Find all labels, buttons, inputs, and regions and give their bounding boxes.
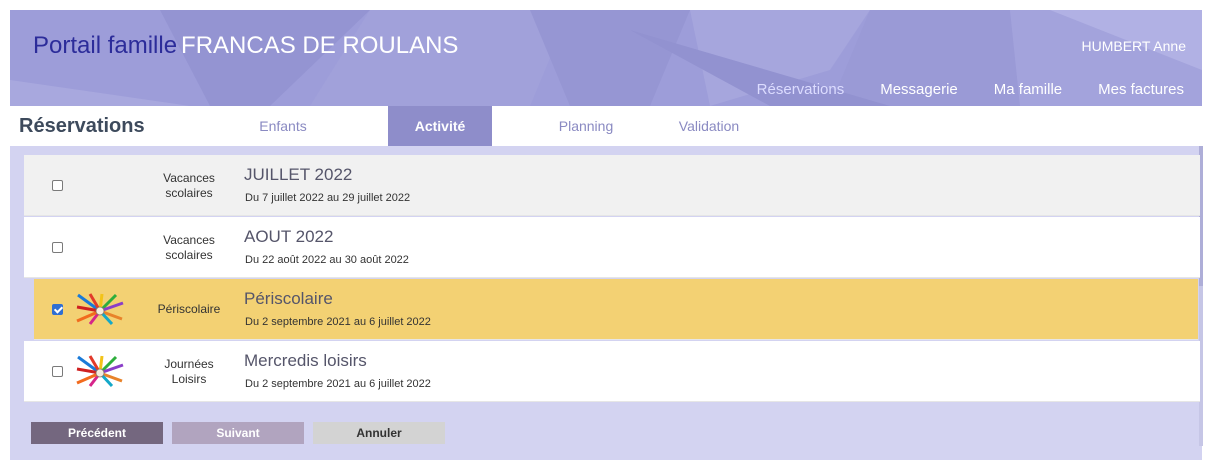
nav-ma-famille[interactable]: Ma famille xyxy=(976,78,1080,106)
next-button[interactable]: Suivant xyxy=(172,422,304,444)
portal-title: Portail famille FRANCAS DE ROULANS xyxy=(33,32,458,60)
tab-validation[interactable]: Validation xyxy=(657,106,761,146)
activity-dates: Du 22 août 2022 au 30 août 2022 xyxy=(245,254,409,266)
activity-type: Vacances scolaires xyxy=(163,233,215,262)
activity-title: Périscolaire xyxy=(244,289,333,308)
organization-name: FRANCAS DE ROULANS xyxy=(181,32,459,59)
nav-reservations[interactable]: Réservations xyxy=(739,78,863,106)
activity-type: Périscolaire xyxy=(157,302,221,316)
portal-label: Portail famille xyxy=(33,32,178,59)
activity-type: Vacances scolaires xyxy=(163,171,215,200)
cancel-button[interactable]: Annuler xyxy=(313,422,445,444)
tab-planning[interactable]: Planning xyxy=(534,106,638,146)
site-header: Portail famille FRANCAS DE ROULANS HUMBER… xyxy=(10,10,1202,106)
activity-title: JUILLET 2022 xyxy=(244,165,353,184)
nav-mes-factures[interactable]: Mes factures xyxy=(1080,78,1202,106)
reservation-steps-bar: Réservations Enfants Activité Planning V… xyxy=(10,106,1202,146)
activity-row[interactable]: Vacances scolaires JUILLET 2022 Du 7 jui… xyxy=(24,155,1200,216)
activity-title: Mercredis loisirs xyxy=(244,351,367,370)
user-menu[interactable]: HUMBERT Anne xyxy=(1081,38,1186,54)
tab-activite[interactable]: Activité xyxy=(388,106,492,146)
nav-messagerie[interactable]: Messagerie xyxy=(862,78,976,106)
colored-pencils-icon xyxy=(76,355,124,387)
activity-checkbox[interactable] xyxy=(52,180,63,191)
activity-dates: Du 2 septembre 2021 au 6 juillet 2022 xyxy=(245,378,431,390)
colored-pencils-icon xyxy=(76,293,124,325)
activity-dates: Du 7 juillet 2022 au 29 juillet 2022 xyxy=(245,192,411,204)
tab-enfants[interactable]: Enfants xyxy=(231,106,335,146)
top-navigation: Réservations Messagerie Ma famille Mes f… xyxy=(739,78,1202,106)
previous-button[interactable]: Précédent xyxy=(31,422,163,444)
page-title: Réservations xyxy=(19,115,145,137)
activity-checkbox[interactable] xyxy=(52,242,63,253)
activity-title: AOUT 2022 xyxy=(244,227,334,246)
activity-type: Journées Loisirs xyxy=(164,357,214,386)
activity-row-selected[interactable]: Périscolaire Périscolaire Du 2 septembre… xyxy=(34,279,1198,340)
activity-dates: Du 2 septembre 2021 au 6 juillet 2022 xyxy=(245,316,431,328)
activity-checkbox[interactable] xyxy=(52,366,63,377)
activity-checkbox-checked[interactable] xyxy=(52,304,63,315)
activity-row[interactable]: Vacances scolaires AOUT 2022 Du 22 août … xyxy=(24,217,1200,278)
activity-row[interactable]: Journées Loisirs Mercredis loisirs Du 2 … xyxy=(24,341,1200,402)
